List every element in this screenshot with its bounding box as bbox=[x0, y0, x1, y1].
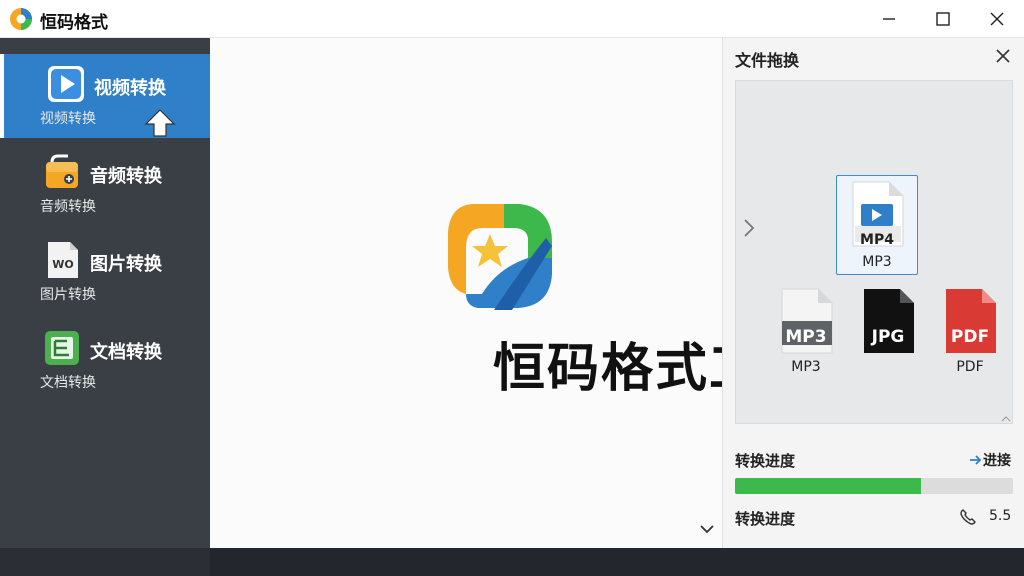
status-bar-left bbox=[0, 548, 210, 576]
close-panel-icon[interactable] bbox=[993, 46, 1013, 66]
sidebar-item-label: 图片转换 bbox=[90, 254, 162, 275]
file-badge: MP3 bbox=[785, 327, 827, 347]
sidebar-item-audio[interactable]: 音频转换 音频转换 bbox=[0, 142, 210, 226]
svg-text:WO: WO bbox=[52, 258, 73, 271]
sidebar-item-label: 文档转换 bbox=[90, 342, 162, 363]
sidebar-item-sublabel: 音频转换 bbox=[40, 199, 96, 215]
sidebar-item-sublabel: 视频转换 bbox=[40, 111, 96, 127]
file-card-mp3[interactable]: MP3 MP3 bbox=[766, 287, 846, 387]
panel-title: 文件拖换 bbox=[735, 51, 800, 70]
progress-label-secondary: 转换进度 bbox=[735, 510, 796, 528]
app-logo-icon bbox=[10, 8, 32, 30]
close-icon bbox=[990, 12, 1004, 26]
progress-link-label: 进接 bbox=[983, 453, 1011, 469]
upload-arrow-icon bbox=[144, 109, 176, 137]
file-drop-area[interactable]: MP4 MP3 MP3 MP3 JPG PDF PDF bbox=[735, 80, 1013, 424]
sidebar-item-document[interactable]: 文档转换 文档转换 bbox=[0, 318, 210, 402]
file-caption: PDF bbox=[956, 359, 984, 375]
sidebar-item-sublabel: 图片转换 bbox=[40, 287, 96, 303]
audio-icon bbox=[46, 154, 78, 188]
file-drop-panel: 文件拖换 MP4 MP3 MP3 MP3 JPG PDF PDF 转换进度 进接… bbox=[722, 38, 1024, 548]
chevron-down-icon[interactable] bbox=[698, 520, 716, 538]
play-icon bbox=[48, 66, 84, 102]
image-file-icon: WO bbox=[48, 242, 78, 278]
sidebar: 视频转换 视频转换 音频转换 音频转换 WO 图片转换 图片转换 文档转换 文档… bbox=[0, 38, 210, 548]
rate-value: 5.5 bbox=[989, 508, 1012, 524]
sidebar-item-image[interactable]: WO 图片转换 图片转换 bbox=[0, 230, 210, 314]
file-card-pdf[interactable]: PDF PDF bbox=[930, 287, 1010, 387]
maximize-icon bbox=[936, 12, 950, 26]
progress-link[interactable]: 进接 bbox=[969, 450, 1011, 470]
file-caption: MP3 bbox=[791, 359, 821, 375]
chevron-right-icon[interactable] bbox=[742, 217, 756, 239]
document-icon bbox=[45, 331, 79, 365]
progress-label: 转换进度 bbox=[735, 452, 796, 470]
phone-icon bbox=[960, 509, 976, 525]
minimize-icon bbox=[883, 18, 895, 20]
title-bar: 恒码格式 bbox=[0, 0, 1024, 38]
main-area: 恒码格式工厂 bbox=[210, 38, 815, 548]
minimize-button[interactable] bbox=[862, 0, 916, 38]
close-window-button[interactable] bbox=[970, 0, 1024, 38]
sidebar-item-sublabel: 文档转换 bbox=[40, 375, 96, 391]
status-bar bbox=[210, 548, 1024, 576]
file-badge: PDF bbox=[950, 327, 990, 347]
sidebar-item-label: 视频转换 bbox=[94, 78, 166, 99]
file-card-jpg[interactable]: JPG bbox=[848, 287, 928, 387]
sidebar-item-label: 音频转换 bbox=[90, 166, 162, 187]
progress-bar bbox=[735, 478, 1013, 494]
arrow-right-icon bbox=[970, 455, 982, 465]
app-title: 恒码格式 bbox=[40, 13, 108, 33]
file-caption: MP3 bbox=[862, 254, 892, 270]
file-badge: MP4 bbox=[860, 232, 894, 248]
resize-grip-icon[interactable] bbox=[1000, 411, 1012, 423]
maximize-button[interactable] bbox=[916, 0, 970, 38]
selected-file-card[interactable]: MP4 MP3 bbox=[836, 175, 918, 275]
file-badge: JPG bbox=[871, 327, 905, 347]
sidebar-item-video[interactable]: 视频转换 视频转换 bbox=[0, 54, 210, 138]
brand-logo-icon bbox=[448, 204, 552, 310]
progress-bar-fill bbox=[735, 478, 922, 494]
